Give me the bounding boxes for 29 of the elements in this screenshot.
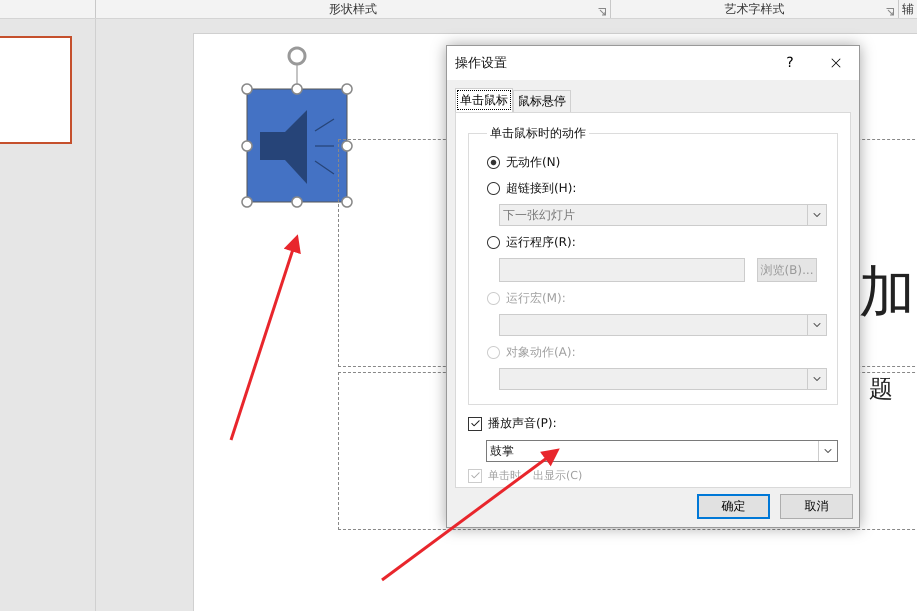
radio-button[interactable] (487, 236, 500, 248)
radio-button[interactable] (487, 182, 500, 194)
dialog-button[interactable]: 确定 (697, 494, 770, 519)
option-label: 无动作(N) (506, 154, 560, 170)
option-label: 出显示(C) (533, 468, 582, 483)
ribbon-group-label: 艺术字样式 (724, 0, 784, 18)
dialog-title: 操作设置 (455, 55, 508, 72)
group-title: 单击鼠标时的动作 (489, 125, 587, 142)
radio-button[interactable] (487, 156, 500, 168)
sound-dropdown[interactable]: 鼓掌 (486, 440, 838, 462)
dialog-tab[interactable]: 单击鼠标 (455, 88, 513, 112)
option-label: 运行程序(R): (506, 234, 576, 250)
title-text: 加 (859, 259, 915, 327)
help-button[interactable]: ? (767, 46, 813, 80)
dialog-tab[interactable]: 鼠标悬停 (513, 90, 571, 112)
subtitle-text: 题 (869, 374, 893, 405)
option-label: 播放声音(P): (488, 415, 557, 432)
dialog-button[interactable]: 取消 (780, 494, 853, 519)
option-label: 超链接到(H): (506, 180, 576, 196)
ribbon-group-label: 辅 (902, 0, 914, 18)
dialog-launcher-icon[interactable] (598, 8, 606, 16)
option-label: 对象动作(A): (506, 344, 576, 360)
slide-thumbnail[interactable] (0, 36, 72, 144)
option-label: 运行宏(M): (506, 290, 566, 306)
checkmark-icon (470, 418, 480, 429)
checkmark-icon (470, 470, 480, 481)
checkbox[interactable] (468, 416, 482, 430)
ribbon-group-label: 形状样式 (329, 0, 377, 18)
dialog-launcher-icon[interactable] (886, 8, 894, 16)
